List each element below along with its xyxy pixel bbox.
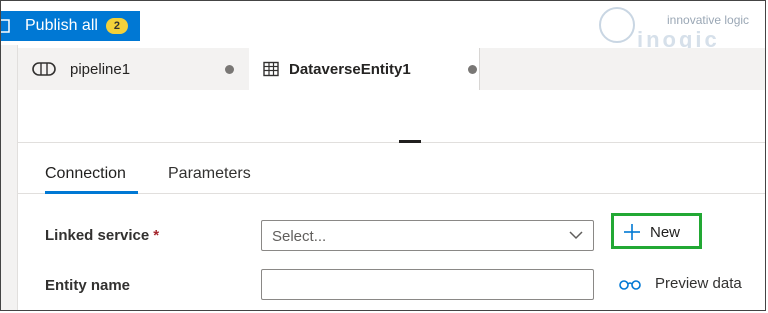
tab-label: DataverseEntity1 [289, 61, 411, 78]
publish-icon [1, 19, 10, 33]
entity-name-label: Entity name [45, 277, 131, 294]
pending-changes-badge: 2 [105, 18, 128, 34]
preview-data-button[interactable]: Preview data [619, 275, 742, 292]
logo-mark-icon [599, 7, 635, 43]
tab-connection[interactable]: Connection [45, 165, 126, 183]
tab-parameters[interactable]: Parameters [168, 165, 251, 183]
plus-icon [624, 224, 640, 240]
required-asterisk: * [153, 227, 160, 244]
glasses-icon [619, 279, 641, 290]
app-window: Publish all 2 innovative logic inogic pi… [0, 0, 766, 311]
pipeline-icon [32, 62, 56, 76]
new-linked-service-button[interactable]: New [611, 213, 702, 249]
table-icon [263, 61, 279, 77]
selected-tab-indicator [45, 191, 138, 194]
top-toolbar: Publish all 2 innovative logic inogic [1, 1, 765, 52]
chevron-down-icon [569, 231, 583, 240]
publish-all-label: Publish all [25, 17, 98, 34]
document-tab-bar: pipeline1 DataverseEntity1 [18, 48, 765, 90]
linked-service-label: Linked service * [45, 227, 159, 244]
brand-logo: innovative logic inogic [593, 5, 763, 52]
linked-service-label-text: Linked service [45, 227, 150, 244]
linked-service-placeholder: Select... [272, 228, 327, 245]
tab-dataverseentity1[interactable]: DataverseEntity1 [249, 48, 480, 90]
design-canvas [18, 90, 765, 143]
unsaved-indicator [225, 65, 234, 74]
left-rail [1, 45, 18, 310]
unsaved-indicator [468, 65, 477, 74]
tab-pipeline1[interactable]: pipeline1 [18, 48, 249, 90]
brand-tagline: innovative logic [667, 13, 750, 27]
new-button-label: New [650, 224, 681, 241]
entity-name-input[interactable] [261, 269, 594, 300]
properties-tabs: Connection Parameters [18, 143, 765, 194]
preview-data-label: Preview data [655, 275, 742, 292]
properties-panel: Connection Parameters Linked service * Se… [18, 143, 765, 310]
publish-all-button[interactable]: Publish all 2 [1, 11, 140, 41]
linked-service-select[interactable]: Select... [261, 220, 594, 251]
tab-label: pipeline1 [70, 61, 131, 78]
